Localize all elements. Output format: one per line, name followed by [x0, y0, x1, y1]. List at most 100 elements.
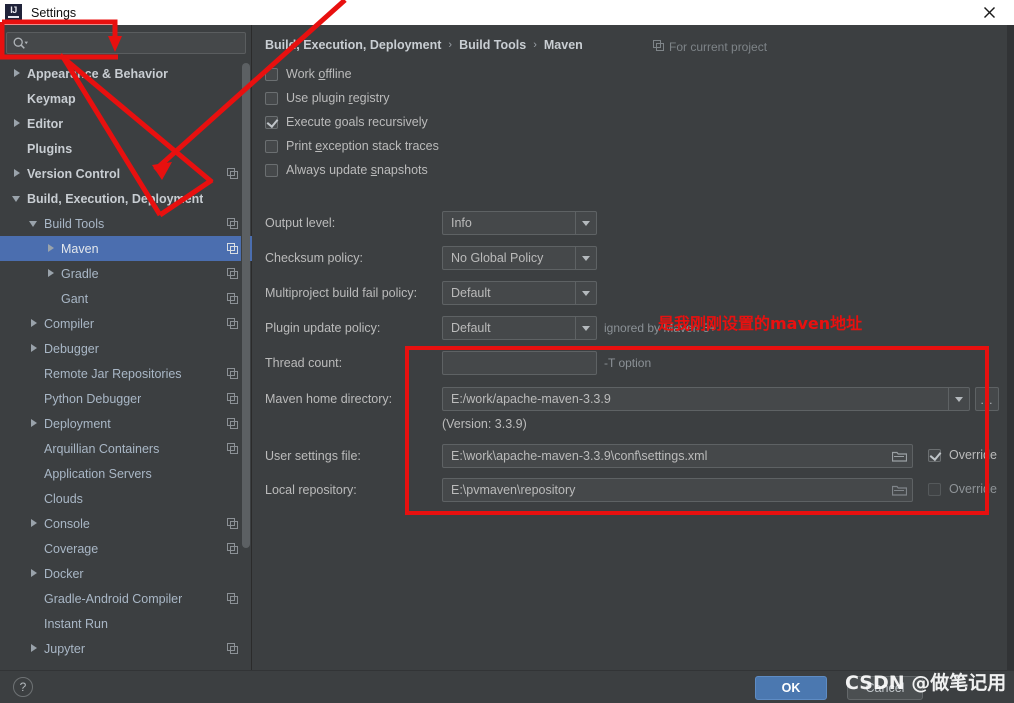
- chevron-down-icon[interactable]: [575, 212, 596, 234]
- sidebar-item-plugins[interactable]: Plugins: [0, 136, 252, 161]
- thread-count-row: Thread count:: [265, 351, 342, 375]
- help-button[interactable]: ?: [13, 677, 33, 697]
- checkbox-row-work-offline[interactable]: Work offline: [265, 62, 439, 86]
- sidebar-item-build-tools[interactable]: Build Tools: [0, 211, 252, 236]
- sidebar-item-build-execution-deployment[interactable]: Build, Execution, Deployment: [0, 186, 252, 211]
- search-input[interactable]: [28, 36, 245, 50]
- search-box[interactable]: [6, 32, 246, 54]
- user-settings-override-label: Override: [949, 448, 997, 462]
- output-level-combo[interactable]: Info: [442, 211, 597, 235]
- sidebar-item-gant[interactable]: Gant: [0, 286, 252, 311]
- settings-tree[interactable]: Appearance & Behavior Keymap Editor Plugins…: [0, 61, 252, 670]
- multiproject-policy-value: Default: [451, 286, 491, 300]
- checkbox-execute-goals-recursively[interactable]: [265, 115, 278, 129]
- sidebar-item-label: Deployment: [44, 416, 111, 431]
- checkbox-label-pre: Always update: [286, 163, 371, 177]
- plugin-update-policy-combo[interactable]: Default: [442, 316, 597, 340]
- checkbox-use-plugin-registry[interactable]: [265, 91, 278, 105]
- local-repository-override-checkbox[interactable]: [928, 482, 941, 496]
- user-settings-input[interactable]: E:\work\apache-maven-3.3.9\conf\settings…: [442, 444, 913, 468]
- chevron-right-icon[interactable]: [29, 343, 40, 354]
- sidebar-item-clouds[interactable]: Clouds: [0, 486, 252, 511]
- checkbox-print-exception-stack-traces[interactable]: [265, 139, 278, 153]
- sidebar-item-maven[interactable]: Maven: [0, 236, 252, 261]
- sidebar-item-label: Build, Execution, Deployment: [27, 191, 204, 206]
- sidebar-scrollbar-thumb[interactable]: [242, 63, 250, 548]
- user-settings-override-checkbox[interactable]: [928, 448, 941, 462]
- sidebar-item-debugger[interactable]: Debugger: [0, 336, 252, 361]
- sidebar-item-label: Appearance & Behavior: [27, 66, 169, 81]
- breadcrumb-item-0[interactable]: Build, Execution, Deployment: [265, 38, 441, 52]
- close-icon[interactable]: [972, 0, 1006, 25]
- local-repository-input[interactable]: E:\pvmaven\repository: [442, 478, 913, 502]
- maven-home-label: Maven home directory:: [265, 392, 393, 406]
- multiproject-policy-combo[interactable]: Default: [442, 281, 597, 305]
- checkbox-row-always-update-snapshots[interactable]: Always update snapshots: [265, 158, 439, 182]
- chevron-right-icon[interactable]: [29, 318, 40, 329]
- sidebar-item-arquillian-containers[interactable]: Arquillian Containers: [0, 436, 252, 461]
- checkbox-row-execute-goals-recursively[interactable]: Execute goals recursively: [265, 110, 439, 134]
- chevron-right-icon[interactable]: [12, 68, 23, 79]
- sidebar-item-remote-jar-repositories[interactable]: Remote Jar Repositories: [0, 361, 252, 386]
- breadcrumb-item-1[interactable]: Build Tools: [459, 38, 526, 52]
- checkbox-label-pre: Work: [286, 67, 319, 81]
- folder-icon[interactable]: [886, 445, 912, 467]
- sidebar-item-editor[interactable]: Editor: [0, 111, 252, 136]
- sidebar-item-version-control[interactable]: Version Control: [0, 161, 252, 186]
- sidebar-item-gradle-android-compiler[interactable]: Gradle-Android Compiler: [0, 586, 252, 611]
- sidebar-item-label: Remote Jar Repositories: [44, 366, 182, 381]
- sidebar-item-appearance-behavior[interactable]: Appearance & Behavior: [0, 61, 252, 86]
- chevron-right-icon[interactable]: [12, 168, 23, 179]
- sidebar-item-python-debugger[interactable]: Python Debugger: [0, 386, 252, 411]
- sidebar-item-application-servers[interactable]: Application Servers: [0, 461, 252, 486]
- user-settings-override-row[interactable]: Override: [928, 448, 997, 462]
- maven-checkbox-list: Work offline Use plugin registry Execute g…: [265, 62, 439, 182]
- checkbox-row-use-plugin-registry[interactable]: Use plugin registry: [265, 86, 439, 110]
- project-scope-icon: [227, 443, 238, 454]
- folder-icon[interactable]: [886, 479, 912, 501]
- maven-home-browse-button[interactable]: ...: [975, 387, 999, 411]
- chevron-right-icon[interactable]: [29, 518, 40, 529]
- chevron-right-icon[interactable]: [29, 643, 40, 654]
- checkbox-always-update-snapshots[interactable]: [265, 163, 278, 177]
- chevron-right-icon[interactable]: [12, 118, 23, 129]
- sidebar-item-console[interactable]: Console: [0, 511, 252, 536]
- chevron-down-icon[interactable]: [575, 247, 596, 269]
- chevron-down-icon[interactable]: [948, 388, 969, 410]
- multiproject-policy-label: Multiproject build fail policy:: [265, 286, 418, 300]
- chevron-right-icon[interactable]: [46, 243, 57, 254]
- project-scope-icon: [227, 593, 238, 604]
- thread-count-input[interactable]: [442, 351, 597, 375]
- checksum-policy-combo[interactable]: No Global Policy: [442, 246, 597, 270]
- chevron-right-icon[interactable]: [46, 268, 57, 279]
- sidebar-item-label: Coverage: [44, 541, 99, 556]
- plugin-update-policy-value: Default: [451, 321, 491, 335]
- local-repository-override-row[interactable]: Override: [928, 482, 997, 496]
- sidebar-item-instant-run[interactable]: Instant Run: [0, 611, 252, 636]
- close-glyph: [983, 7, 995, 18]
- sidebar-item-jupyter[interactable]: Jupyter: [0, 636, 252, 661]
- local-repository-row: Local repository:: [265, 478, 357, 502]
- chevron-right-icon[interactable]: [29, 418, 40, 429]
- checkbox-work-offline[interactable]: [265, 67, 278, 81]
- sidebar-item-docker[interactable]: Docker: [0, 561, 252, 586]
- ok-button[interactable]: OK: [755, 676, 827, 700]
- checkbox-row-print-exception-stack-traces[interactable]: Print exception stack traces: [265, 134, 439, 158]
- maven-home-combo[interactable]: E:/work/apache-maven-3.3.9: [442, 387, 970, 411]
- sidebar-item-deployment[interactable]: Deployment: [0, 411, 252, 436]
- sidebar-item-compiler[interactable]: Compiler: [0, 311, 252, 336]
- checksum-policy-row: Checksum policy:: [265, 246, 363, 270]
- sidebar-item-coverage[interactable]: Coverage: [0, 536, 252, 561]
- chevron-down-icon[interactable]: [575, 317, 596, 339]
- content-scrollbar-track[interactable]: [1007, 25, 1014, 670]
- sidebar-item-label: Build Tools: [44, 216, 105, 231]
- user-settings-value: E:\work\apache-maven-3.3.9\conf\settings…: [451, 449, 708, 463]
- sidebar-item-gradle[interactable]: Gradle: [0, 261, 252, 286]
- chevron-down-icon[interactable]: [575, 282, 596, 304]
- search-field-wrap[interactable]: [6, 32, 246, 54]
- sidebar-item-keymap[interactable]: Keymap: [0, 86, 252, 111]
- chevron-down-icon[interactable]: [12, 193, 23, 204]
- chevron-down-icon[interactable]: [29, 218, 40, 229]
- chevron-right-icon[interactable]: [29, 568, 40, 579]
